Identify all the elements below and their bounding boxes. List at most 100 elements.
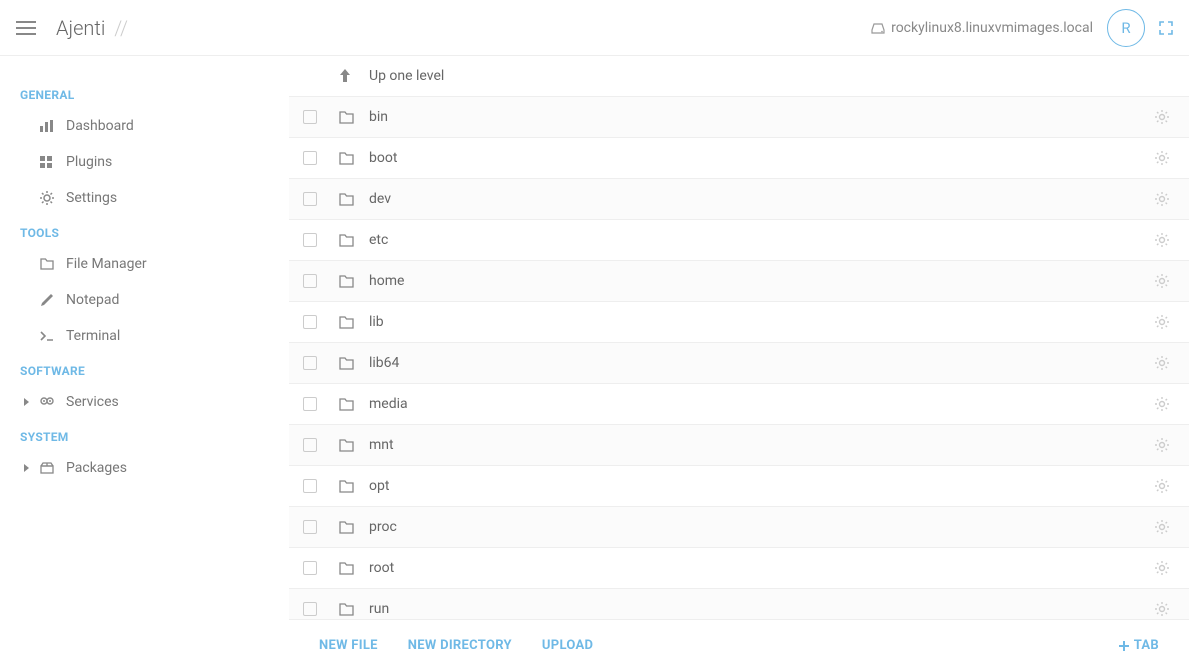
new-file-button[interactable]: NEW FILE (319, 638, 378, 653)
up-one-level-row[interactable]: Up one level (289, 56, 1189, 97)
row-gear-icon[interactable] (1155, 192, 1169, 206)
row-gear-icon[interactable] (1155, 479, 1169, 493)
nav-icon (40, 294, 54, 307)
hostname: rockylinux8.linuxvmimages.local (871, 20, 1093, 36)
row-name: media (369, 396, 1155, 412)
row-gear-icon[interactable] (1155, 151, 1169, 165)
sidebar-item-label: Terminal (66, 328, 120, 344)
hdd-icon (871, 22, 885, 34)
row-gear-icon[interactable] (1155, 561, 1169, 575)
sidebar-item-plugins[interactable]: Plugins (0, 144, 289, 180)
row-name: root (369, 560, 1155, 576)
file-row[interactable]: opt (289, 466, 1189, 507)
sidebar-item-label: Plugins (66, 154, 112, 170)
row-name: run (369, 601, 1155, 617)
row-checkbox[interactable] (303, 233, 317, 247)
upload-button[interactable]: UPLOAD (542, 638, 593, 653)
sidebar-item-label: Notepad (66, 292, 119, 308)
nav-icon (40, 395, 54, 409)
row-name: bin (369, 109, 1155, 125)
section-heading: SYSTEM (0, 420, 289, 450)
folder-icon (339, 275, 355, 288)
avatar[interactable]: R (1107, 9, 1145, 47)
row-gear-icon[interactable] (1155, 274, 1169, 288)
file-row[interactable]: boot (289, 138, 1189, 179)
sidebar-item-terminal[interactable]: Terminal (0, 318, 289, 354)
file-row[interactable]: media (289, 384, 1189, 425)
row-name: lib (369, 314, 1155, 330)
nav-icon (40, 156, 54, 168)
bottombar: NEW FILE NEW DIRECTORY UPLOAD TAB (289, 619, 1189, 671)
hamburger-icon[interactable] (16, 21, 36, 35)
sidebar-item-label: Packages (66, 460, 127, 476)
row-gear-icon[interactable] (1155, 602, 1169, 616)
file-row[interactable]: dev (289, 179, 1189, 220)
row-checkbox[interactable] (303, 151, 317, 165)
brand-name: Ajenti (56, 16, 105, 40)
section-heading: TOOLS (0, 216, 289, 246)
row-name: Up one level (369, 68, 1169, 84)
row-checkbox[interactable] (303, 110, 317, 124)
row-checkbox[interactable] (303, 602, 317, 616)
row-gear-icon[interactable] (1155, 520, 1169, 534)
folder-icon (339, 193, 355, 206)
sidebar-item-label: Services (66, 394, 119, 410)
nav-icon (40, 331, 54, 342)
folder-icon (339, 234, 355, 247)
hostname-text: rockylinux8.linuxvmimages.local (891, 20, 1093, 36)
row-gear-icon[interactable] (1155, 356, 1169, 370)
sidebar-item-settings[interactable]: Settings (0, 180, 289, 216)
row-checkbox[interactable] (303, 479, 317, 493)
section-heading: GENERAL (0, 78, 289, 108)
sidebar-item-services[interactable]: Services (0, 384, 289, 420)
row-name: home (369, 273, 1155, 289)
nav-icon (40, 462, 54, 474)
topbar: Ajenti // rockylinux8.linuxvmimages.loca… (0, 0, 1189, 56)
sidebar-item-file-manager[interactable]: File Manager (0, 246, 289, 282)
row-gear-icon[interactable] (1155, 397, 1169, 411)
row-checkbox[interactable] (303, 397, 317, 411)
file-row[interactable]: etc (289, 220, 1189, 261)
sidebar-item-label: File Manager (66, 256, 147, 272)
file-row[interactable]: run (289, 589, 1189, 619)
row-gear-icon[interactable] (1155, 315, 1169, 329)
row-checkbox[interactable] (303, 274, 317, 288)
file-row[interactable]: home (289, 261, 1189, 302)
row-gear-icon[interactable] (1155, 110, 1169, 124)
row-gear-icon[interactable] (1155, 438, 1169, 452)
file-row[interactable]: proc (289, 507, 1189, 548)
sidebar-item-dashboard[interactable]: Dashboard (0, 108, 289, 144)
new-directory-button[interactable]: NEW DIRECTORY (408, 638, 512, 653)
row-checkbox[interactable] (303, 520, 317, 534)
row-checkbox[interactable] (303, 561, 317, 575)
sidebar-item-packages[interactable]: Packages (0, 450, 289, 486)
folder-icon (339, 357, 355, 370)
expand-icon[interactable] (1159, 21, 1173, 35)
avatar-letter: R (1121, 19, 1130, 37)
folder-icon (339, 562, 355, 575)
file-row[interactable]: lib (289, 302, 1189, 343)
sidebar-item-label: Dashboard (66, 118, 134, 134)
sidebar-item-notepad[interactable]: Notepad (0, 282, 289, 318)
row-gear-icon[interactable] (1155, 233, 1169, 247)
row-checkbox[interactable] (303, 192, 317, 206)
nav-icon (40, 258, 54, 270)
brand: Ajenti // (56, 16, 128, 40)
file-row[interactable]: bin (289, 97, 1189, 138)
up-arrow-icon (339, 69, 355, 83)
row-checkbox[interactable] (303, 438, 317, 452)
file-row[interactable]: mnt (289, 425, 1189, 466)
file-row[interactable]: lib64 (289, 343, 1189, 384)
row-checkbox[interactable] (303, 356, 317, 370)
section-heading: SOFTWARE (0, 354, 289, 384)
folder-icon (339, 439, 355, 452)
add-tab-button[interactable]: TAB (1118, 638, 1159, 653)
file-row[interactable]: root (289, 548, 1189, 589)
row-checkbox[interactable] (303, 315, 317, 329)
plus-icon (1118, 640, 1130, 652)
nav-icon (40, 120, 54, 132)
brand-slashes: // (114, 16, 128, 40)
folder-icon (339, 480, 355, 493)
row-name: dev (369, 191, 1155, 207)
folder-icon (339, 603, 355, 616)
